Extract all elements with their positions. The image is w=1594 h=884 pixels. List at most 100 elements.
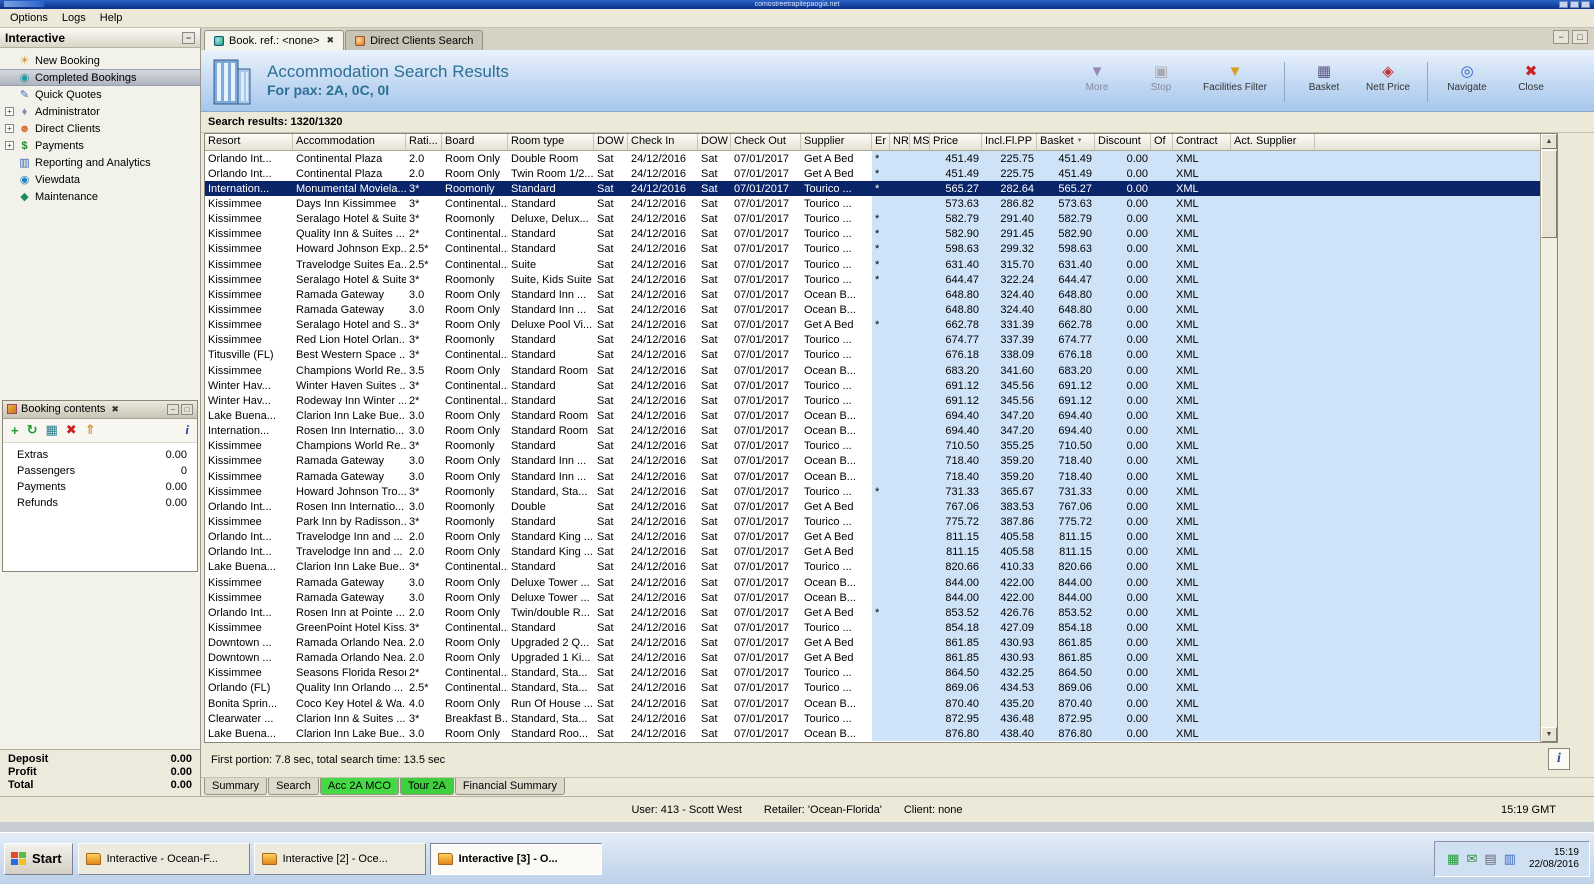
table-row[interactable]: Kissimmee Howard Johnson Exp... 2.5* Contin… <box>205 241 1540 257</box>
facilities-filter-button[interactable]: Facilities Filter <box>1196 60 1274 97</box>
info-icon[interactable]: i <box>185 422 189 438</box>
close-button[interactable]: Close <box>1502 60 1560 97</box>
column-header-board[interactable]: Board <box>442 134 508 151</box>
sidebar-item-quick-quotes[interactable]: Quick Quotes <box>0 86 200 103</box>
table-row[interactable]: Internation... Rosen Inn Internatio... 3.0… <box>205 423 1540 439</box>
column-header-incl-fl-pp[interactable]: Incl.Fl.PP <box>982 134 1037 151</box>
tab-book-ref-none[interactable]: Book. ref.: <none> ✖ <box>204 30 345 50</box>
tab-summary[interactable]: Summary <box>204 778 268 795</box>
booking-contents-minimize-button[interactable]: − <box>167 403 179 415</box>
navigate-button[interactable]: Navigate <box>1438 60 1496 97</box>
info-button[interactable]: i <box>1548 748 1570 770</box>
table-row[interactable]: Kissimmee Ramada Gateway 3.0 Room Only Stand… <box>205 468 1540 485</box>
menu-help[interactable]: Help <box>93 10 130 26</box>
booking-contents-row[interactable]: Refunds 0.00 <box>3 495 197 511</box>
table-row[interactable]: Kissimmee Champions World Re... 3* Roomonly… <box>205 438 1540 454</box>
minimize-icon[interactable]: − <box>1553 30 1569 44</box>
table-row[interactable]: Orlando (FL) Quality Inn Orlando ... 2.5* C… <box>205 680 1540 697</box>
expand-plus-icon[interactable]: + <box>5 141 14 150</box>
export-icon[interactable]: ⇑ <box>85 422 96 438</box>
nett-price-button[interactable]: Nett Price <box>1359 60 1417 97</box>
add-item-icon[interactable]: + <box>11 423 19 438</box>
column-header-of[interactable]: Of <box>1151 134 1173 151</box>
table-row[interactable]: Internation... Monumental Moviela... 3* Roo… <box>205 181 1540 197</box>
table-row[interactable]: Orlando Int... Continental Plaza 2.0 Room O… <box>205 166 1540 182</box>
table-row[interactable]: Kissimmee Red Lion Hotel Orlan... 3* Roomon… <box>205 332 1540 348</box>
column-header-supplier[interactable]: Supplier <box>801 134 872 151</box>
table-row[interactable]: Winter Hav... Winter Haven Suites ... 3* Co… <box>205 378 1540 394</box>
table-row[interactable]: Kissimmee Seasons Florida Resort 2* Contine… <box>205 665 1540 681</box>
refresh-icon[interactable]: ↻ <box>27 422 38 438</box>
booking-contents-row[interactable]: Extras 0.00 <box>3 447 197 463</box>
booking-contents-maximize-button[interactable]: □ <box>181 403 193 415</box>
table-row[interactable]: Kissimmee Ramada Gateway 3.0 Room Only Stand… <box>205 453 1540 469</box>
menu-logs[interactable]: Logs <box>55 10 93 26</box>
column-header-nr[interactable]: NR <box>890 134 910 151</box>
column-header-act-supplier[interactable]: Act. Supplier <box>1231 134 1315 151</box>
sidebar-collapse-icon[interactable]: − <box>182 31 195 44</box>
table-row[interactable]: Downtown ... Ramada Orlando Nea... 2.0 Room… <box>205 650 1540 666</box>
table-row[interactable]: Orlando Int... Continental Plaza 2.0 Room O… <box>205 151 1540 167</box>
table-row[interactable]: Kissimmee Seralago Hotel and S... 3* Room O… <box>205 317 1540 333</box>
table-row[interactable]: Kissimmee Champions World Re... 3.5 Room On… <box>205 362 1540 379</box>
table-row[interactable]: Kissimmee Park Inn by Radisson... 3* Roomon… <box>205 514 1540 530</box>
table-row[interactable]: Orlando Int... Travelodge Inn and ... 2.0 R… <box>205 544 1540 560</box>
table-row[interactable]: Lake Buena... Clarion Inn Lake Bue... 3.0 R… <box>205 726 1540 742</box>
sidebar-item-administrator[interactable]: + Administrator <box>0 103 200 120</box>
table-row[interactable]: Orlando Int... Rosen Inn Internatio... 3.0… <box>205 499 1540 515</box>
column-header-dow[interactable]: DOW <box>594 134 628 151</box>
sidebar-item-viewdata[interactable]: Viewdata <box>0 171 200 188</box>
basket-button[interactable]: Basket <box>1295 60 1353 97</box>
column-header-ms[interactable]: MS <box>910 134 930 151</box>
tab-tour-2a[interactable]: Tour 2A <box>399 778 454 795</box>
table-row[interactable]: Orlando Int... Travelodge Inn and ... 2.0 R… <box>205 529 1540 545</box>
booking-contents-close-icon[interactable]: ✖ <box>111 404 119 415</box>
menu-options[interactable]: Options <box>3 10 55 26</box>
table-row[interactable]: Downtown ... Ramada Orlando Nea... 2.0 Room… <box>205 635 1540 651</box>
start-button[interactable]: Start <box>4 842 73 875</box>
column-header-resort[interactable]: Resort <box>205 134 293 151</box>
sidebar-item-completed-bookings[interactable]: Completed Bookings <box>0 69 200 86</box>
restore-icon[interactable]: □ <box>1572 30 1588 44</box>
table-row[interactable]: Kissimmee Ramada Gateway 3.0 Room Only Stand… <box>205 302 1540 318</box>
column-header-discount[interactable]: Discount <box>1095 134 1151 151</box>
table-row[interactable]: Lake Buena... Clarion Inn Lake Bue... 3.0 R… <box>205 408 1540 424</box>
column-header-er[interactable]: Er <box>872 134 890 151</box>
table-row[interactable]: Titusville (FL) Best Western Space ... 3* C… <box>205 347 1540 363</box>
table-row[interactable]: Orlando Int... Rosen Inn at Pointe ... 2.0… <box>205 605 1540 621</box>
table-row[interactable]: Clearwater ... Clarion Inn & Suites ... 3*… <box>205 711 1540 727</box>
booking-contents-row[interactable]: Passengers 0 <box>3 463 197 479</box>
column-header-accommodation[interactable]: Accommodation <box>293 134 406 151</box>
tab-close-icon[interactable]: ✖ <box>327 35 335 46</box>
scrollbar-track[interactable] <box>1541 149 1557 727</box>
table-row[interactable]: Lake Buena... Clarion Inn Lake Bue... 3* Co… <box>205 559 1540 575</box>
column-header-basket[interactable]: Basket <box>1037 134 1095 151</box>
scroll-down-icon[interactable]: ▼ <box>1541 727 1557 742</box>
column-header-price[interactable]: Price <box>930 134 982 151</box>
vertical-scrollbar[interactable]: ▲ ▼ <box>1540 134 1557 742</box>
booking-contents-row[interactable]: Payments 0.00 <box>3 479 197 495</box>
table-row[interactable]: Kissimmee Ramada Gateway 3.0 Room Only Stand… <box>205 287 1540 303</box>
table-row[interactable]: Kissimmee Travelodge Suites Ea... 2.5* Cont… <box>205 256 1540 273</box>
tab-acc-2a-mco[interactable]: Acc 2A MCO <box>319 778 399 795</box>
taskbar-task-interactive-2-oce[interactable]: Interactive [2] - Oce... <box>253 842 426 875</box>
table-row[interactable]: Kissimmee Seralago Hotel & Suites 3* Roomon… <box>205 211 1540 227</box>
sidebar-item-maintenance[interactable]: Maintenance <box>0 188 200 205</box>
remote-restore-button[interactable] <box>1570 1 1579 8</box>
tray-mail-icon[interactable]: ✉ <box>1466 851 1477 867</box>
remote-minimize-button[interactable] <box>1559 1 1568 8</box>
taskbar-task-interactive-3-o[interactable]: Interactive [3] - O... <box>429 842 602 875</box>
column-header-rati[interactable]: Rati... <box>406 134 442 151</box>
table-row[interactable]: Bonita Sprin... Coco Key Hotel & Wa... 4.0… <box>205 696 1540 712</box>
column-header-dow[interactable]: DOW <box>698 134 731 151</box>
tray-network-icon[interactable]: ▥ <box>1504 851 1516 867</box>
table-row[interactable]: Kissimmee Howard Johnson Tro... 3* Roomonly… <box>205 484 1540 500</box>
column-header-check-out[interactable]: Check Out <box>731 134 801 151</box>
table-row[interactable]: Winter Hav... Rodeway Inn Winter ... 2* Con… <box>205 393 1540 409</box>
delete-icon[interactable]: ✖ <box>66 422 77 438</box>
tray-chart-icon[interactable]: ▦ <box>1447 851 1459 867</box>
table-row[interactable]: Kissimmee Days Inn Kissimmee 3* Continental… <box>205 196 1540 212</box>
column-header-contract[interactable]: Contract <box>1173 134 1231 151</box>
column-header-check-in[interactable]: Check In <box>628 134 698 151</box>
sidebar-item-direct-clients[interactable]: + Direct Clients <box>0 120 200 137</box>
